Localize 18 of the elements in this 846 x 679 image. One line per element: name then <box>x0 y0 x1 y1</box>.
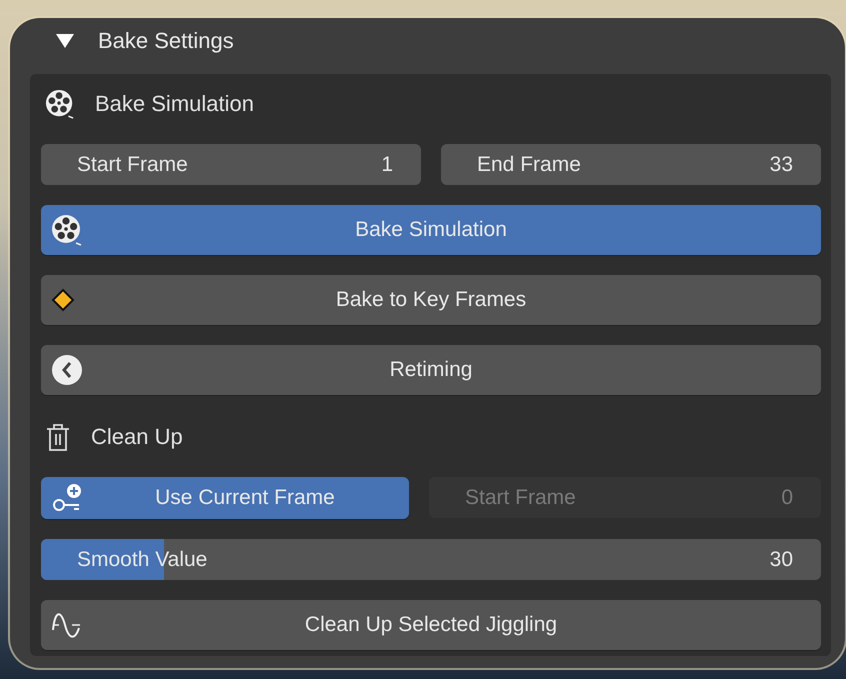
caret-icon <box>56 33 74 49</box>
diamond-icon <box>51 288 75 312</box>
section-title: Clean Up <box>91 424 183 450</box>
bake-key-frames-button[interactable]: Bake to Key Frames <box>41 275 821 325</box>
trash-icon <box>45 422 71 452</box>
end-frame-field[interactable]: End Frame 33 <box>441 144 821 185</box>
clean-up-jiggling-button[interactable]: Clean Up Selected Jiggling <box>41 600 821 650</box>
section-title: Bake Simulation <box>95 91 254 117</box>
film-reel-icon <box>45 89 75 119</box>
panel-title: Bake Settings <box>98 28 234 54</box>
bake-simulation-button[interactable]: Bake Simulation <box>41 205 821 255</box>
retiming-button[interactable]: Retiming <box>41 345 821 395</box>
start-frame-field[interactable]: Start Frame 1 <box>41 144 421 185</box>
key-plus-icon <box>51 482 83 514</box>
clock-icon <box>51 354 83 386</box>
panel-header[interactable]: Bake Settings <box>30 18 831 64</box>
film-reel-icon <box>51 214 83 246</box>
use-current-frame-button[interactable]: Use Current Frame <box>41 477 409 519</box>
